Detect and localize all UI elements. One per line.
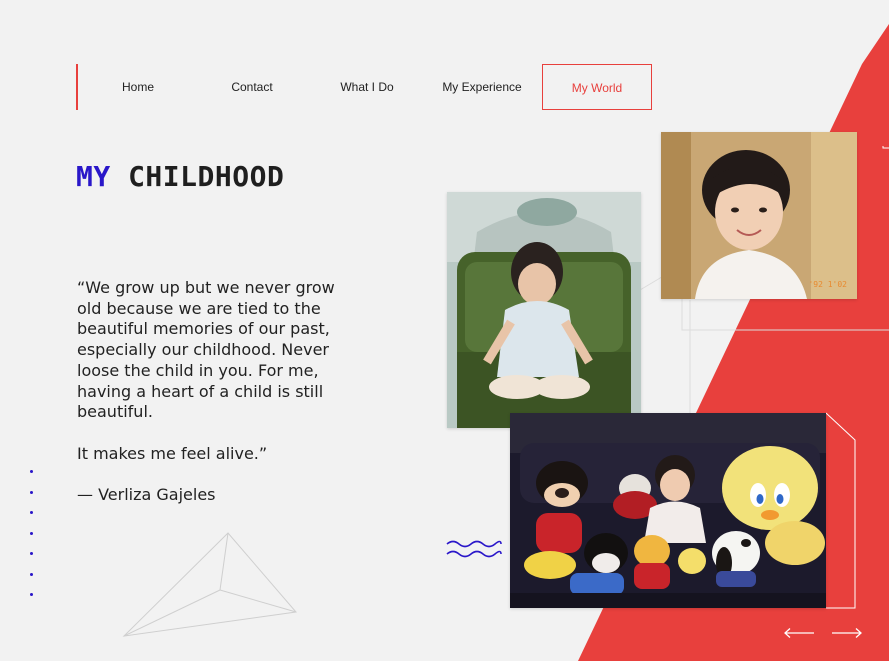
title-accent: MY	[76, 160, 111, 193]
quote-closing: It makes me feel alive.”	[77, 443, 268, 463]
smiling-girl-portrait-photo: '92 1'02	[661, 132, 857, 299]
slider-arrows	[783, 627, 867, 639]
title-main: CHILDHOOD	[128, 160, 285, 193]
quote-text: “We grow up but we never grow old becaus…	[77, 278, 335, 422]
nav-my-experience[interactable]: My Experience	[436, 64, 528, 110]
quote-author: — Verliza Gajeles	[77, 485, 216, 504]
main-nav: Home Contact What I Do My Experience My …	[76, 64, 656, 110]
child-with-plush-toys-photo	[510, 413, 826, 608]
nav-contact[interactable]: Contact	[216, 64, 288, 110]
nav-accent-bar	[76, 64, 78, 110]
nav-home[interactable]: Home	[102, 64, 174, 110]
dots-decoration	[30, 470, 36, 614]
wave-icon	[446, 540, 502, 558]
page-title: MY CHILDHOOD	[76, 160, 284, 193]
nav-my-world[interactable]: My World	[542, 64, 652, 110]
photo-timestamp: '92 1'02	[808, 280, 847, 289]
arrow-right-icon[interactable]	[831, 627, 863, 639]
childhood-quote: “We grow up but we never grow old becaus…	[77, 278, 347, 465]
toddler-on-green-sofa-photo	[447, 192, 641, 428]
nav-what-i-do[interactable]: What I Do	[330, 64, 404, 110]
arrow-left-icon[interactable]	[783, 627, 815, 639]
